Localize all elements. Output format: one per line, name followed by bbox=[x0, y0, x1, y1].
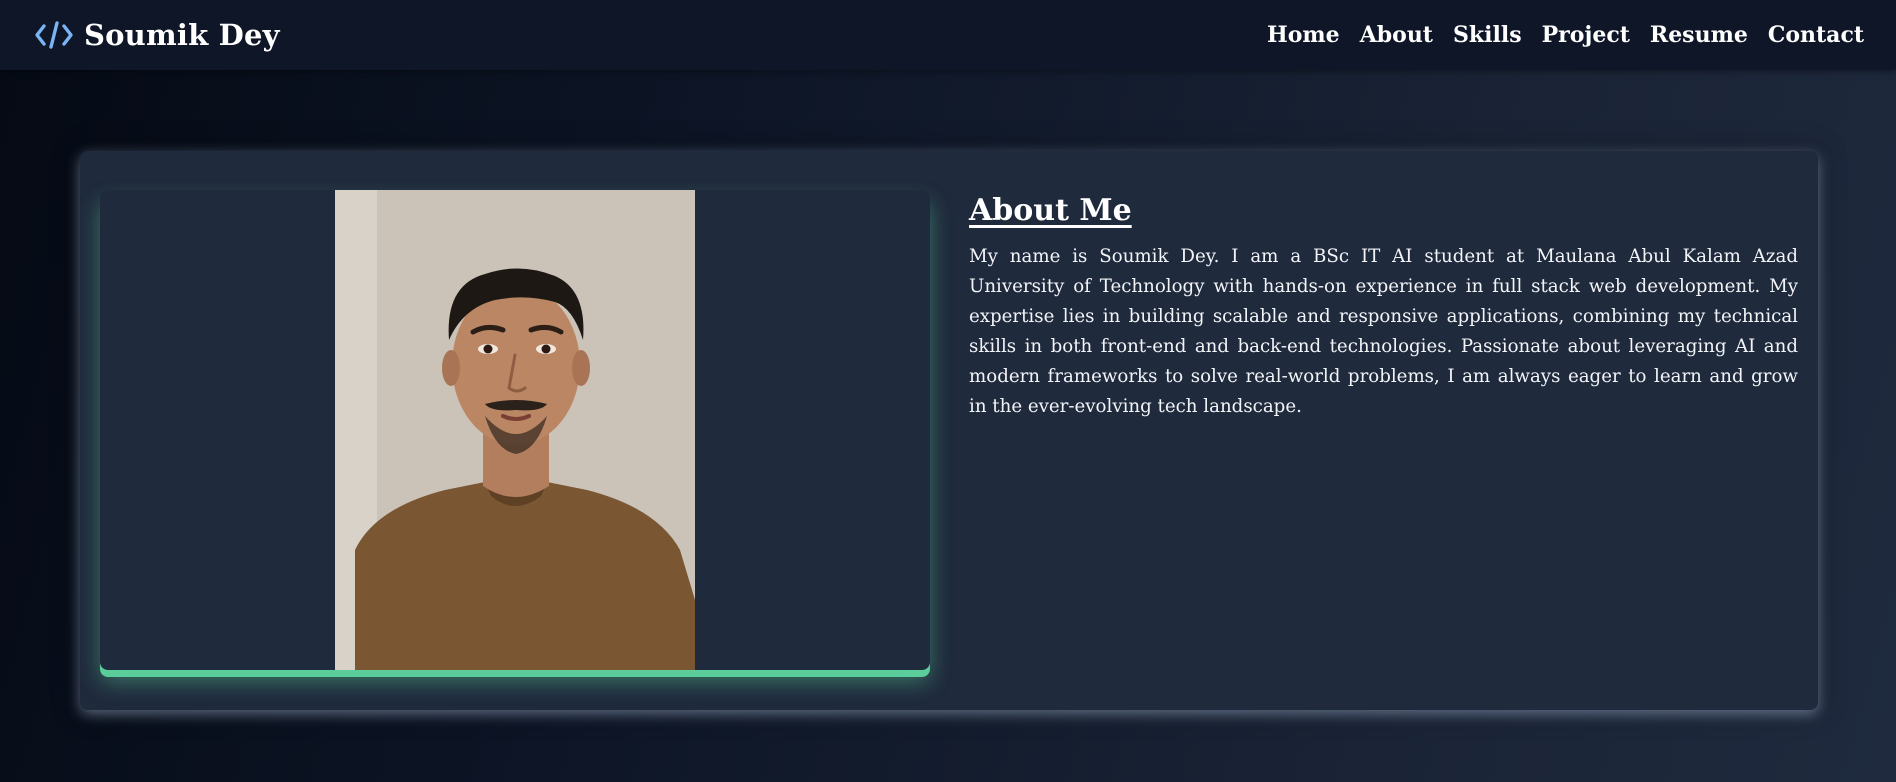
nav-link-contact[interactable]: Contact bbox=[1768, 22, 1864, 48]
brand-name: Soumik Dey bbox=[84, 18, 280, 52]
navbar: Soumik Dey Home About Skills Project Res… bbox=[0, 0, 1896, 70]
nav-link-resume[interactable]: Resume bbox=[1650, 22, 1748, 48]
profile-photo bbox=[335, 190, 695, 670]
about-card: About Me My name is Soumik Dey. I am a B… bbox=[80, 151, 1818, 710]
nav-link-skills[interactable]: Skills bbox=[1453, 22, 1522, 48]
brand[interactable]: Soumik Dey bbox=[34, 18, 280, 52]
about-content: About Me My name is Soumik Dey. I am a B… bbox=[969, 191, 1798, 422]
about-title: About Me bbox=[969, 193, 1132, 228]
nav-link-home[interactable]: Home bbox=[1267, 22, 1340, 48]
nav-link-project[interactable]: Project bbox=[1542, 22, 1630, 48]
code-brackets-icon bbox=[35, 21, 73, 49]
photo-frame bbox=[100, 190, 930, 670]
about-description: My name is Soumik Dey. I am a BSc IT AI … bbox=[969, 246, 1798, 417]
nav-menu: Home About Skills Project Resume Contact bbox=[1267, 22, 1864, 48]
nav-link-about[interactable]: About bbox=[1360, 22, 1433, 48]
profile-photo-illustration bbox=[335, 190, 695, 670]
